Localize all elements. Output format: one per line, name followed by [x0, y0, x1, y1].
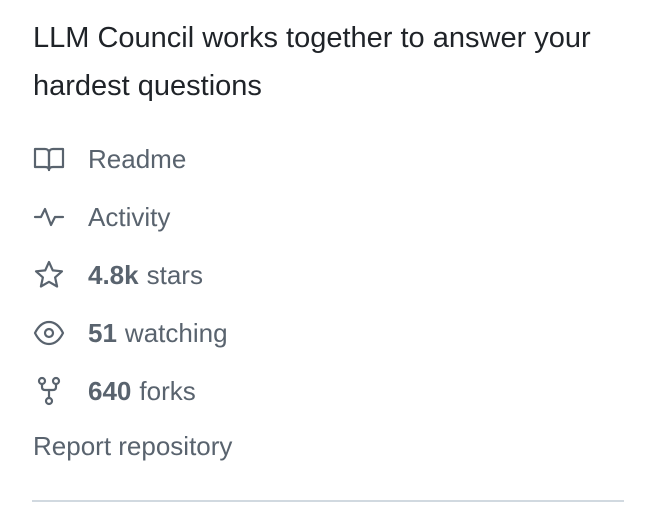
- watching-label: watching: [124, 317, 228, 348]
- eye-icon: [32, 316, 66, 350]
- watching-count: 51: [88, 317, 117, 348]
- repo-description: LLM Council works together to answer you…: [33, 22, 591, 102]
- readme-label: Readme: [88, 143, 187, 174]
- pulse-icon: [32, 200, 66, 234]
- readme-link[interactable]: Readme: [32, 141, 186, 177]
- repo-forked-icon: [32, 374, 66, 408]
- stars-label: stars: [146, 259, 203, 290]
- watching-link[interactable]: 51 watching: [32, 315, 228, 351]
- forks-label: forks: [139, 375, 196, 406]
- book-icon: [32, 142, 66, 176]
- activity-link[interactable]: Activity: [32, 199, 170, 235]
- forks-link[interactable]: 640 forks: [32, 373, 196, 409]
- stars-count: 4.8k: [88, 259, 139, 290]
- star-icon: [32, 258, 66, 292]
- about-panel: LLM Council works together to answer you…: [0, 0, 652, 508]
- stars-link[interactable]: 4.8k stars: [32, 257, 203, 293]
- activity-label: Activity: [88, 201, 171, 232]
- forks-count: 640: [88, 375, 132, 406]
- section-divider: [32, 500, 624, 502]
- report-repository-link[interactable]: Report repository: [33, 431, 232, 462]
